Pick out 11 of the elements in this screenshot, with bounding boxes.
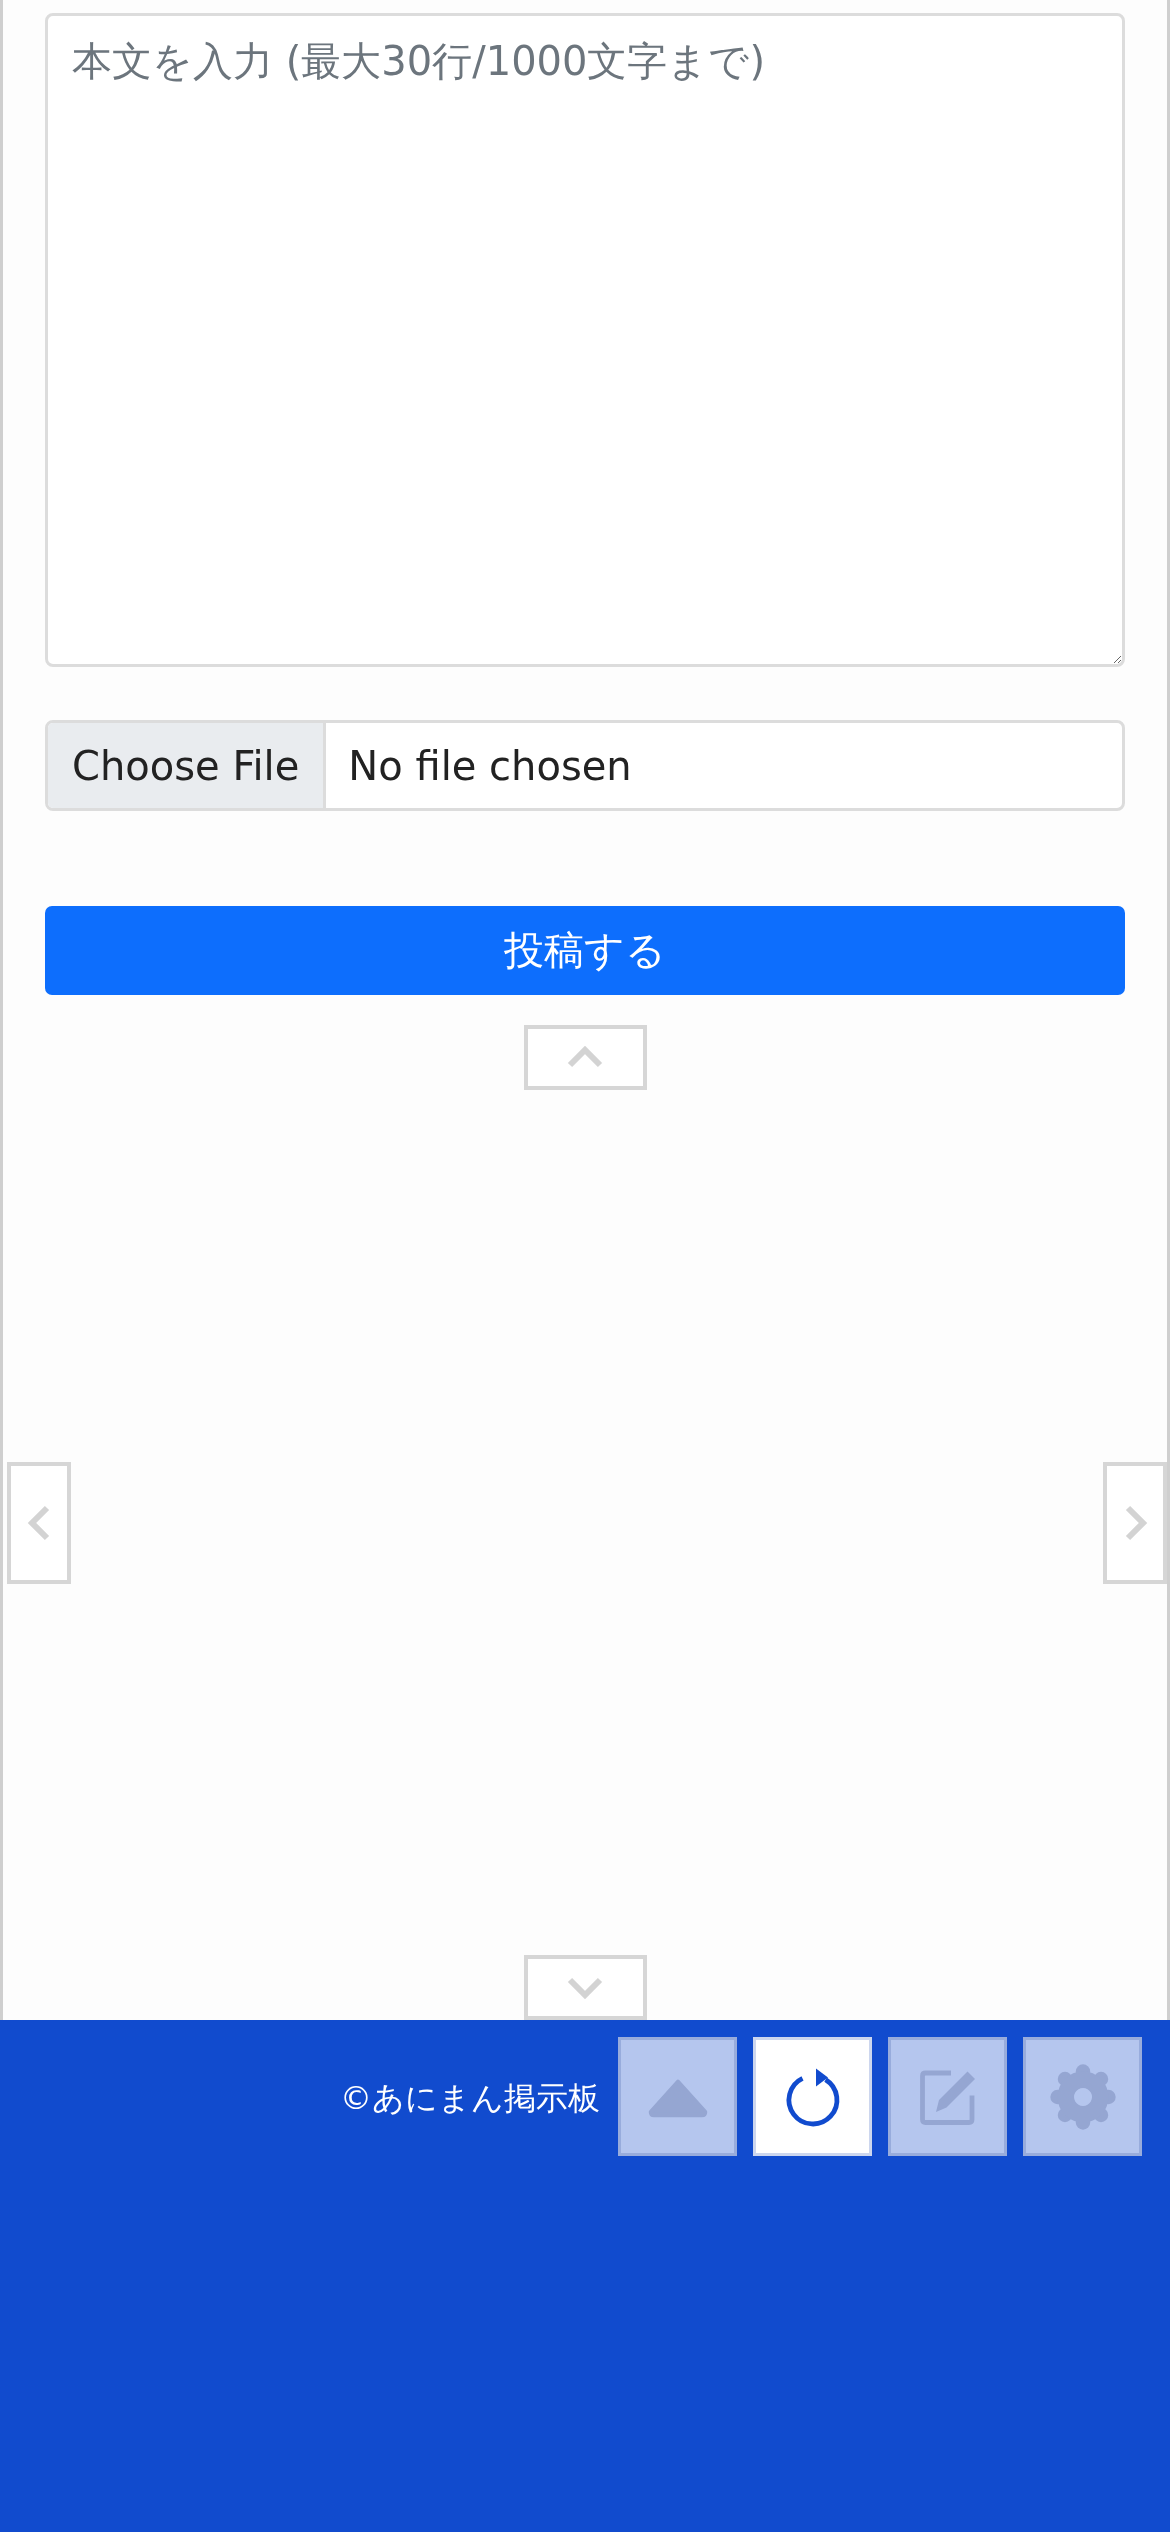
text-field[interactable]: 本文を入力 (最大30行/1000文字まで) bbox=[45, 13, 1125, 667]
file-input[interactable]: Choose File No file chosen bbox=[45, 720, 1125, 811]
toolbar-button[interactable] bbox=[753, 2037, 872, 2156]
choose-file-button[interactable]: Choose File bbox=[48, 723, 327, 808]
scroll-down-button[interactable] bbox=[523, 1955, 647, 2020]
copyright-text: ©あにまん掲示板 bbox=[340, 2078, 600, 2118]
file-status-text: No file chosen bbox=[347, 741, 632, 791]
scroll-up-button[interactable] bbox=[523, 1025, 647, 1090]
scroll-right-button[interactable] bbox=[1103, 1461, 1167, 1584]
scroll-left-button[interactable] bbox=[7, 1461, 71, 1584]
submit-button[interactable]: 投稿する bbox=[45, 906, 1125, 995]
